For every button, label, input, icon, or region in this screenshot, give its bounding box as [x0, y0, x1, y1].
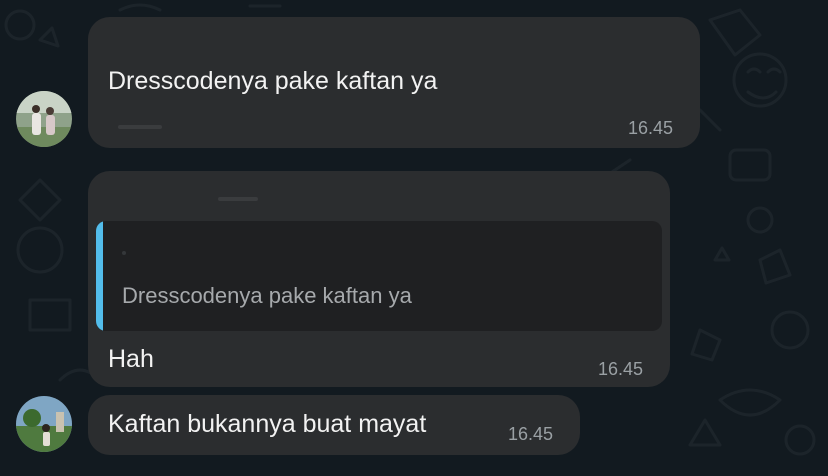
avatar-sender-2[interactable]	[16, 396, 72, 452]
quoted-text: Dresscodenya pake kaftan ya	[122, 283, 412, 308]
faint-line	[218, 197, 258, 201]
message-text: Kaftan bukannya buat mayat	[108, 410, 427, 438]
faint-line	[118, 125, 162, 129]
quoted-message[interactable]: Dresscodenya pake kaftan ya	[96, 221, 662, 331]
avatar-photo-icon	[16, 91, 72, 147]
message-text: Dresscodenya pake kaftan ya	[108, 67, 438, 95]
faint-line	[122, 251, 126, 255]
avatar-photo-icon	[16, 396, 72, 452]
message-bubble-3[interactable]: Kaftan bukannya buat mayat 16.45	[88, 395, 580, 455]
message-bubble-1[interactable]: Dresscodenya pake kaftan ya 16.45	[88, 17, 700, 148]
avatar-sender-1[interactable]	[16, 91, 72, 147]
message-timestamp: 16.45	[598, 359, 644, 379]
quote-accent-bar	[96, 221, 103, 331]
message-text: Hah	[108, 345, 154, 373]
chat-background: Dresscodenya pake kaftan ya 16.45 Dressc…	[0, 0, 828, 476]
message-timestamp: 16.45	[508, 424, 554, 444]
message-timestamp: 16.45	[628, 118, 674, 138]
message-bubble-2[interactable]: Dresscodenya pake kaftan ya Hah 16.45	[88, 171, 670, 387]
